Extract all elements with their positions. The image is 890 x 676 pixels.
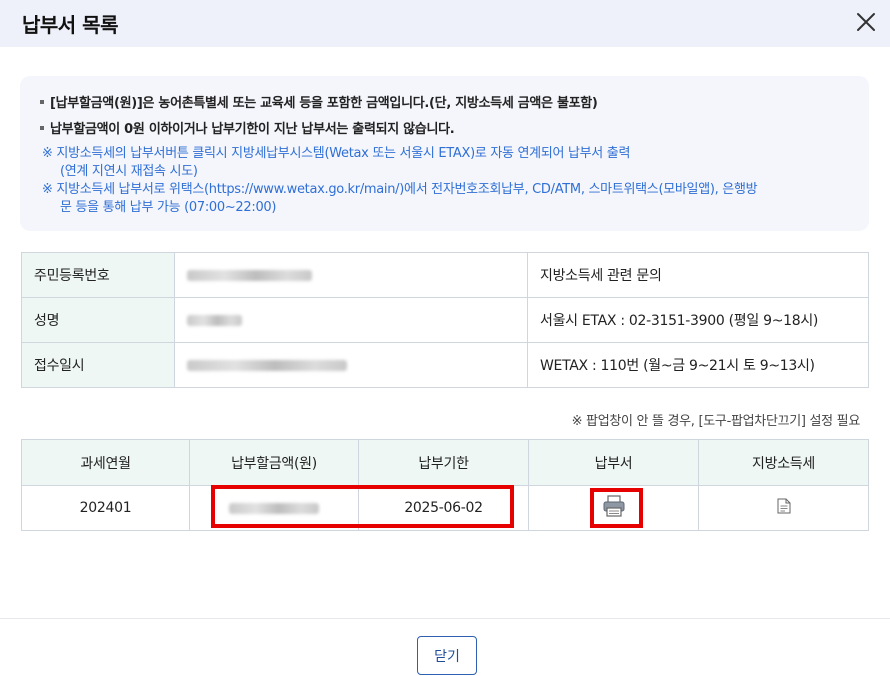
info-value-redacted [174, 297, 528, 343]
redacted-text [187, 314, 242, 326]
dialog-title: 납부서 목록 [22, 13, 118, 37]
column-header: 납부기한 [358, 439, 529, 486]
table-header-row: 과세연월 납부할금액(원) 납부기한 납부서 지방소득세 [21, 439, 869, 486]
info-value-redacted [174, 252, 528, 298]
close-button[interactable]: 닫기 [417, 636, 477, 675]
highlight-box [211, 485, 514, 528]
bullet-icon [40, 125, 44, 130]
footer-divider [0, 618, 890, 619]
popup-notice: ※ 팝업창이 안 뜰 경우, [도구-팝업차단끄기] 설정 필요 [571, 414, 861, 429]
notice-note-cont: 문 등을 통해 납부 가능 (07:00~22:00) [60, 200, 277, 215]
contact-info: WETAX : 110번 (월~금 9~21시 토 9~13시) [527, 342, 869, 388]
column-header: 납부서 [528, 439, 699, 486]
info-row: 성명 서울시 ETAX : 02-3151-3900 (평일 9~18시) [21, 297, 869, 343]
document-icon[interactable] [777, 498, 791, 518]
redacted-text [187, 359, 347, 371]
info-label: 접수일시 [21, 342, 175, 388]
redacted-text [187, 269, 312, 281]
close-icon[interactable] [852, 8, 880, 36]
column-header: 지방소득세 [698, 439, 869, 486]
info-value-redacted [174, 342, 528, 388]
info-label: 성명 [21, 297, 175, 343]
column-header: 과세연월 [21, 439, 190, 486]
info-row: 접수일시 WETAX : 110번 (월~금 9~21시 토 9~13시) [21, 342, 869, 388]
tax-period: 202401 [21, 485, 190, 531]
taxpayer-info-table: 주민등록번호 지방소득세 관련 문의 성명 서울시 ETAX : 02-3151… [21, 252, 869, 388]
local-income-tax-cell [698, 485, 869, 531]
notice-item: [납부할금액(원)]은 농어촌특별세 또는 교육세 등을 포함한 금액입니다.(… [40, 95, 598, 113]
contact-info: 서울시 ETAX : 02-3151-3900 (평일 9~18시) [527, 297, 869, 343]
column-header: 납부할금액(원) [189, 439, 359, 486]
notice-note: ※ 지방소득세 납부서로 위택스(https://www.wetax.go.kr… [42, 182, 758, 197]
notice-item: 납부할금액이 0원 이하이거나 납부기한이 지난 납부서는 출력되지 않습니다. [40, 121, 455, 139]
notice-box: [납부할금액(원)]은 농어촌특별세 또는 교육세 등을 포함한 금액입니다.(… [20, 76, 869, 231]
highlight-box [590, 488, 643, 528]
contact-info: 지방소득세 관련 문의 [527, 252, 869, 298]
notice-note-cont: (연계 지연시 재접속 시도) [60, 164, 198, 179]
notice-note: ※ 지방소득세의 납부서버튼 클릭시 지방세납부시스템(Wetax 또는 서울시… [42, 146, 631, 161]
dialog-header: 납부서 목록 [0, 0, 890, 47]
info-row: 주민등록번호 지방소득세 관련 문의 [21, 252, 869, 298]
info-label: 주민등록번호 [21, 252, 175, 298]
bullet-icon [40, 99, 44, 104]
